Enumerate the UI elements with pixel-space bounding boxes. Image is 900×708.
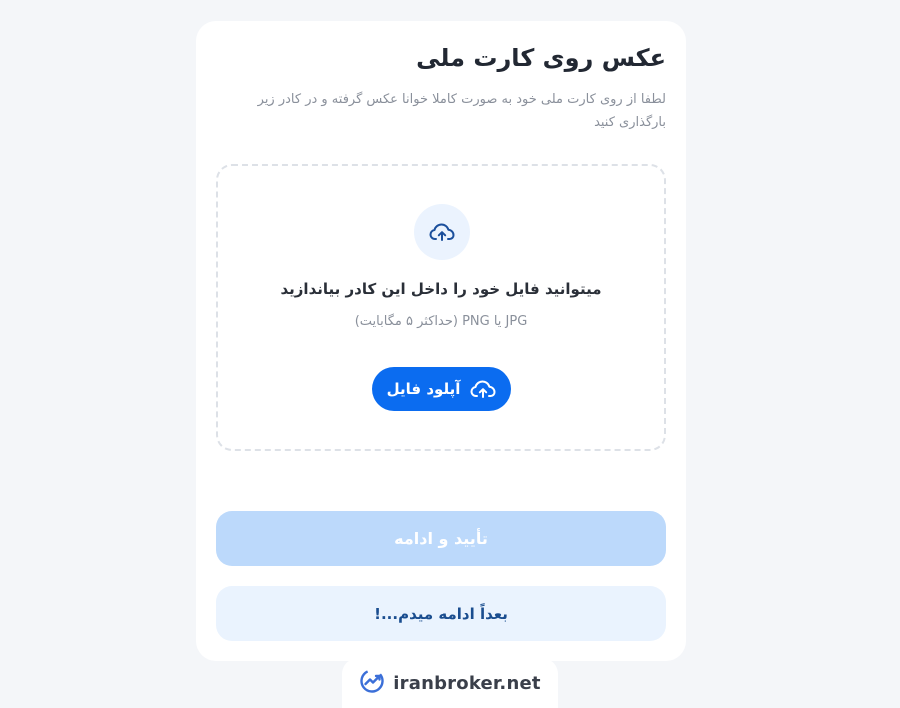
file-dropzone[interactable]: میتوانید فایل خود را داخل این کادر بیاند… <box>216 164 666 451</box>
page-subtitle: لطفا از روی کارت ملی خود به صورت کاملا خ… <box>257 92 666 130</box>
upload-file-label: آپلود فایل <box>386 380 461 398</box>
confirm-continue-button[interactable]: تأیید و ادامه <box>216 511 666 566</box>
cloud-upload-icon <box>470 379 496 399</box>
watermark: iranbroker.net <box>342 658 558 708</box>
watermark-text: iranbroker.net <box>393 672 541 694</box>
continue-later-button[interactable]: بعداً ادامه میدم...! <box>216 586 666 641</box>
upload-card: عکس روی کارت ملی لطفا از روی کارت ملی خو… <box>196 21 686 661</box>
cloud-upload-icon <box>414 204 470 260</box>
dropzone-hint: JPG یا PNG (حداکثر ۵ مگابایت) <box>354 314 528 329</box>
page-title: عکس روی کارت ملی <box>416 44 666 72</box>
iranbroker-logo-icon <box>359 668 385 698</box>
upload-file-button[interactable]: آپلود فایل <box>372 367 511 411</box>
dropzone-text: میتوانید فایل خود را داخل این کادر بیاند… <box>280 280 602 298</box>
